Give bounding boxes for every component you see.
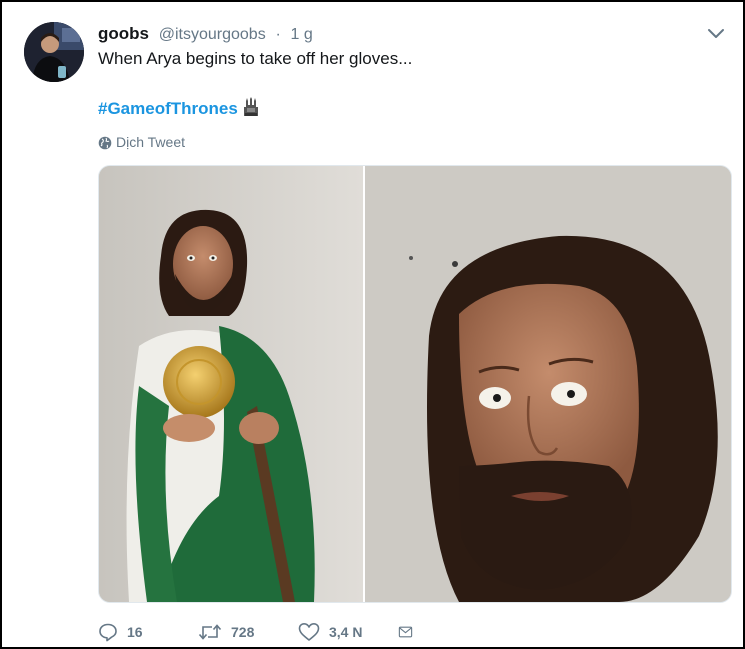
tweet-card: goobs @itsyourgoobs · 1 g When Arya begi… xyxy=(0,0,745,649)
translate-label: Dịch Tweet xyxy=(116,134,185,150)
reply-button[interactable]: 16 xyxy=(98,622,198,642)
separator-dot: · xyxy=(275,26,281,43)
retweet-icon xyxy=(198,624,222,640)
timestamp[interactable]: 1 g xyxy=(291,26,313,43)
hashtag-line: #GameofThrones xyxy=(98,96,260,125)
tweet-media[interactable] xyxy=(98,165,732,603)
direct-message-button[interactable] xyxy=(398,623,422,641)
retweet-button[interactable]: 728 xyxy=(198,622,298,642)
chevron-down-icon[interactable] xyxy=(705,22,727,44)
reply-count: 16 xyxy=(127,624,143,640)
translate-tweet-link[interactable]: Dịch Tweet xyxy=(98,132,185,152)
heart-icon xyxy=(298,623,320,641)
meme-image xyxy=(99,166,731,602)
action-bar: 16 728 3,4 N xyxy=(98,618,422,646)
envelope-icon xyxy=(398,626,413,638)
reply-icon xyxy=(99,623,117,642)
hashtag-link[interactable]: #GameofThrones xyxy=(98,99,238,118)
display-name[interactable]: goobs xyxy=(98,24,149,43)
like-count: 3,4 N xyxy=(329,624,363,640)
iron-throne-icon xyxy=(242,97,260,125)
avatar[interactable] xyxy=(24,22,84,82)
globe-icon xyxy=(98,135,112,155)
user-handle[interactable]: @itsyourgoobs xyxy=(159,26,266,43)
tweet-text: When Arya begins to take off her gloves.… xyxy=(98,49,413,68)
tweet-header: goobs @itsyourgoobs · 1 g xyxy=(98,22,683,46)
retweet-count: 728 xyxy=(231,624,255,640)
avatar-image xyxy=(24,22,84,82)
like-button[interactable]: 3,4 N xyxy=(298,622,398,642)
